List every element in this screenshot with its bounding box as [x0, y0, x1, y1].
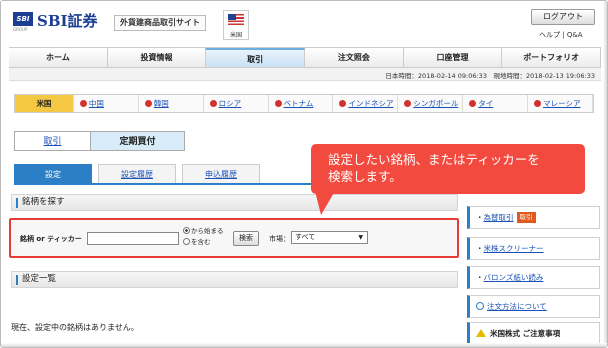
tab-label: 設定履歴	[121, 170, 153, 179]
market-select-value: すべて	[295, 233, 316, 241]
radio-selected-icon	[183, 227, 190, 234]
market-label: ベトナム	[283, 99, 314, 108]
tab-label: 申込履歴	[205, 170, 237, 179]
nav-account[interactable]: 口座管理	[404, 48, 503, 67]
market-tab-russia[interactable]: ロシア	[204, 95, 269, 112]
tab-regular-purchase[interactable]: 定期買付	[91, 131, 185, 151]
search-button[interactable]: 検索	[233, 231, 259, 246]
app-window: SBI GROUP SBI証券 外貨建商品取引サイト 米国 ログアウト ヘルプ …	[0, 0, 608, 348]
nav-trade[interactable]: 取引	[206, 48, 306, 67]
sidebar-fx-link[interactable]: 為替取引	[484, 213, 514, 222]
frame-shadow-right	[603, 1, 607, 347]
nav-home[interactable]: ホーム	[9, 48, 108, 67]
faq-link[interactable]: Q&A	[567, 31, 583, 39]
nav-order-inquiry[interactable]: 注文照会	[305, 48, 404, 67]
radio-label: を含む	[191, 238, 211, 246]
market-label: シンガポール	[413, 99, 459, 108]
main-nav: ホーム 投資情報 取引 注文照会 口座管理 ポートフォリオ	[9, 47, 602, 68]
market-tab-indonesia[interactable]: インドネシア	[333, 95, 399, 112]
sidebar-screener-link[interactable]: 米株スクリーナー	[484, 244, 544, 253]
market-tab-korea[interactable]: 韓国	[139, 95, 204, 112]
search-form: 銘柄 or ティッカー から始まる を含む 検索 市場： すべて ▼	[9, 218, 459, 258]
nav-investment-info[interactable]: 投資情報	[108, 48, 207, 67]
sidebar-notice[interactable]: 米国株式 ご注意事項	[467, 322, 600, 345]
match-mode-radios: から始まる を含む	[183, 226, 224, 248]
triangle-icon: ・	[476, 244, 484, 253]
tab-application-history[interactable]: 申込履歴	[182, 164, 260, 183]
flag-canton	[228, 14, 236, 20]
market-tabs: 米国 中国 韓国 ロシア ベトナム インドネシア シンガポール タイ マレーシア	[14, 94, 594, 113]
market-tab-us[interactable]: 米国	[15, 95, 74, 112]
callout-annotation: 設定したい銘柄、またはティッカーを 検索します。	[311, 144, 585, 194]
tab-trade[interactable]: 取引	[14, 131, 91, 151]
radio-empty-icon	[183, 238, 190, 245]
search-section-header: 銘柄を探す	[11, 194, 458, 211]
market-tab-malaysia[interactable]: マレーシア	[528, 95, 594, 112]
market-label: 中国	[88, 99, 104, 108]
nav-portfolio[interactable]: ポートフォリオ	[502, 48, 602, 67]
site-name-badge: 外貨建商品取引サイト	[114, 15, 206, 31]
market-tab-thailand[interactable]: タイ	[463, 95, 529, 112]
sidebar-order-method[interactable]: 注文方法について	[467, 295, 600, 318]
fx-tag[interactable]: 取引	[516, 212, 536, 223]
bullet-icon	[404, 100, 412, 107]
radio-label: から始まる	[191, 227, 224, 235]
warning-icon	[476, 329, 486, 337]
region-selector[interactable]: 米国	[223, 10, 249, 40]
radio-contains[interactable]: を含む	[183, 237, 224, 248]
empty-message: 現在、設定中の銘柄はありません。	[11, 323, 139, 332]
triangle-icon: ・	[476, 273, 484, 282]
bullet-icon	[469, 100, 477, 107]
time-bar: 日本時間：2018-02-14 09:06:33 現地時間：2018-02-13…	[9, 68, 601, 81]
sidebar-order-method-link[interactable]: 注文方法について	[487, 302, 547, 311]
settings-list-header: 設定一覧	[11, 271, 458, 288]
market-filter-label: 市場：	[269, 235, 290, 243]
sidebar-fx[interactable]: ・為替取引 取引	[467, 206, 600, 229]
market-tab-vietnam[interactable]: ベトナム	[269, 95, 334, 112]
market-label: マレーシア	[543, 99, 581, 108]
bullet-icon	[534, 100, 542, 107]
sidebar-barrons-link[interactable]: バロンズ紙い読み	[484, 273, 544, 282]
help-links: ヘルプ | Q&A	[539, 30, 583, 40]
ticker-search-input[interactable]	[87, 232, 179, 245]
tab-settings[interactable]: 設定	[14, 164, 92, 183]
bullet-icon	[209, 100, 217, 107]
info-icon	[476, 302, 484, 310]
search-label: 銘柄 or ティッカー	[20, 235, 82, 243]
region-label: 米国	[229, 32, 242, 39]
callout-pointer	[315, 191, 335, 215]
sidebar-notice-label: 米国株式 ご注意事項	[490, 329, 561, 338]
chevron-down-icon: ▼	[358, 234, 363, 241]
sbi-logo-icon[interactable]: SBI	[13, 12, 33, 26]
site-header: SBI GROUP SBI証券 外貨建商品取引サイト 米国 ログアウト ヘルプ …	[1, 1, 607, 45]
triangle-icon: ・	[476, 213, 484, 222]
logout-button[interactable]: ログアウト	[531, 9, 595, 25]
logo-subtitle: GROUP	[13, 27, 28, 32]
radio-startswith[interactable]: から始まる	[183, 226, 224, 237]
bullet-icon	[79, 100, 87, 107]
help-link[interactable]: ヘルプ	[539, 31, 560, 39]
bullet-icon	[144, 100, 152, 107]
market-label: タイ	[478, 99, 494, 108]
brand-name[interactable]: SBI証券	[37, 10, 98, 31]
sidebar-barrons[interactable]: ・バロンズ紙い読み	[467, 266, 600, 289]
market-label: 韓国	[153, 99, 169, 108]
callout-line-2: 検索します。	[328, 169, 402, 184]
trade-subtabs: 取引 定期買付	[14, 131, 185, 151]
bullet-icon	[339, 100, 347, 107]
sidebar-screener[interactable]: ・米株スクリーナー	[467, 237, 600, 260]
callout-line-1: 設定したい銘柄、またはティッカーを	[328, 152, 540, 167]
market-label: インドネシア	[348, 99, 394, 108]
time-text: 日本時間：2018-02-14 09:06:33 現地時間：2018-02-13…	[385, 72, 595, 80]
market-tab-china[interactable]: 中国	[74, 95, 139, 112]
market-tab-singapore[interactable]: シンガポール	[398, 95, 464, 112]
frame-shadow-bottom	[1, 343, 607, 347]
bullet-icon	[274, 100, 282, 107]
market-label: ロシア	[218, 99, 242, 108]
tab-settings-history[interactable]: 設定履歴	[98, 164, 176, 183]
market-select[interactable]: すべて ▼	[291, 231, 368, 244]
